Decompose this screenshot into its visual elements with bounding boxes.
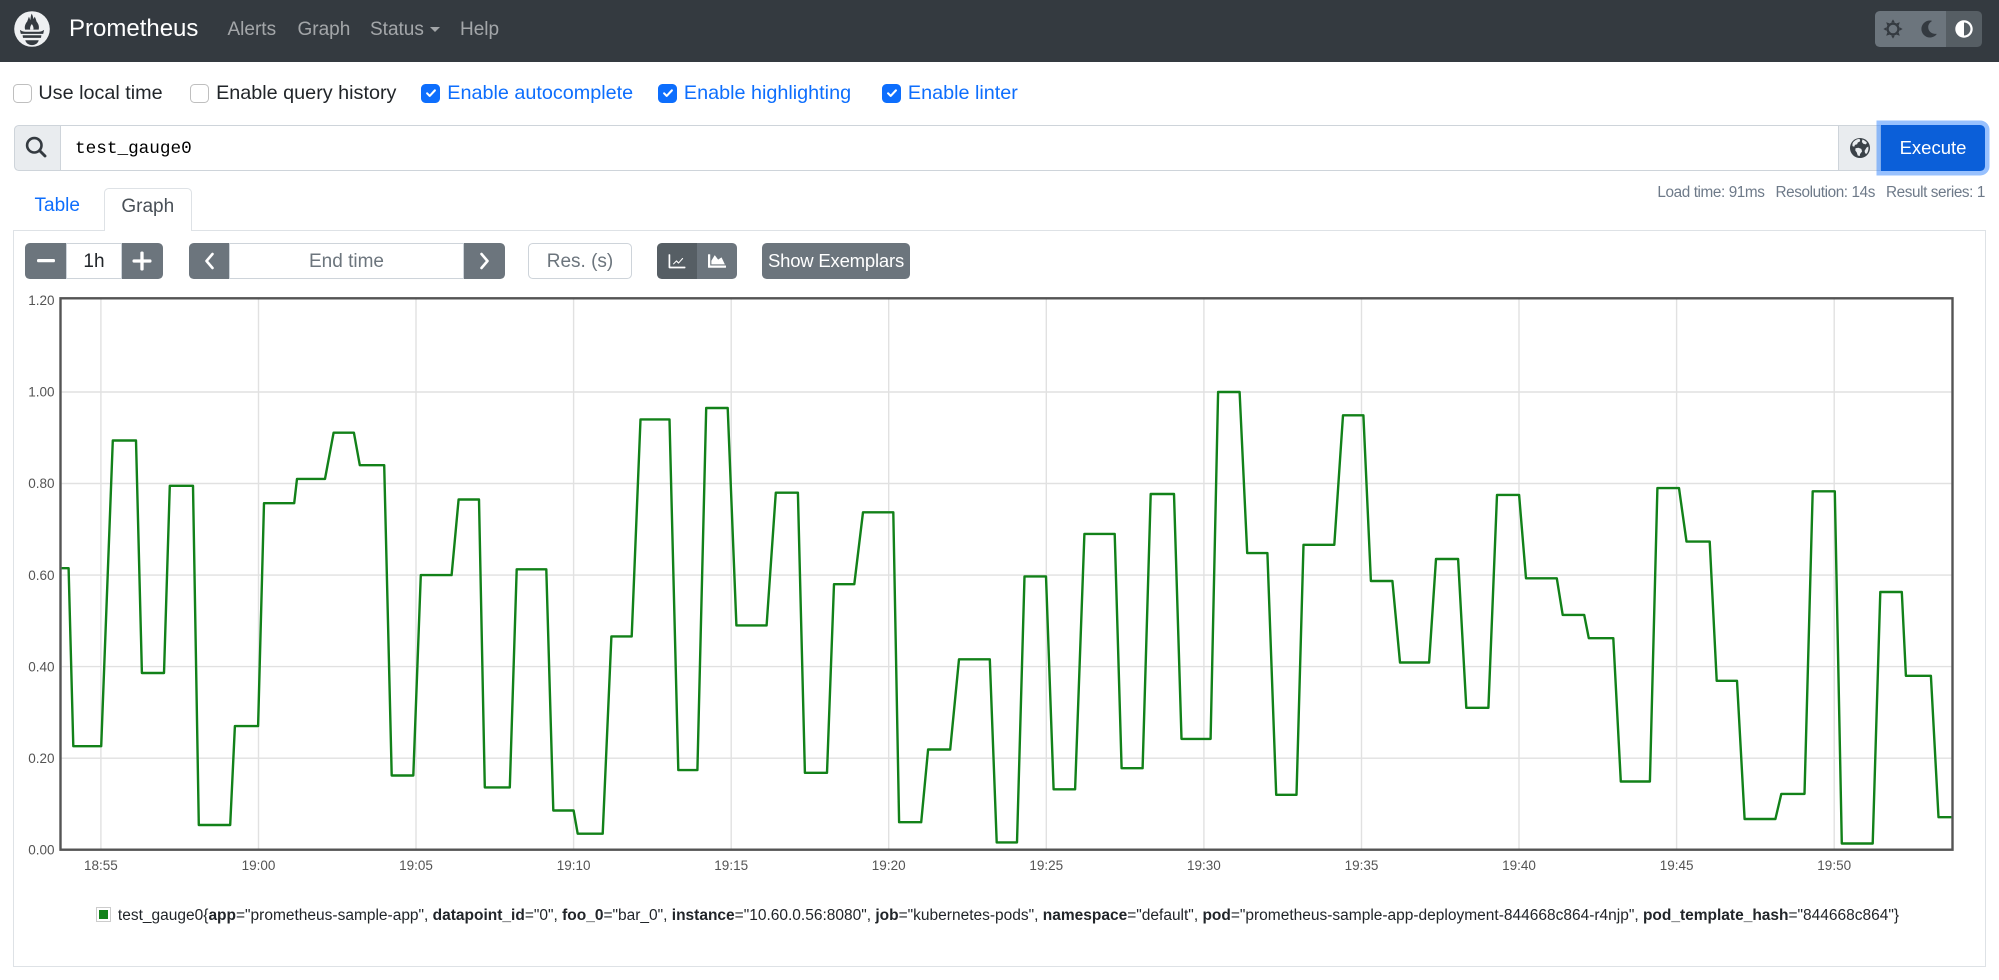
svg-text:19:00: 19:00 [242, 858, 276, 873]
svg-text:0.60: 0.60 [28, 568, 54, 583]
svg-text:18:55: 18:55 [84, 858, 118, 873]
svg-text:1.20: 1.20 [28, 293, 54, 308]
svg-text:19:20: 19:20 [872, 858, 906, 873]
svg-text:19:30: 19:30 [1187, 858, 1221, 873]
svg-text:0.20: 0.20 [28, 751, 54, 766]
svg-text:19:05: 19:05 [399, 858, 433, 873]
svg-text:19:50: 19:50 [1817, 858, 1851, 873]
svg-text:19:35: 19:35 [1345, 858, 1379, 873]
svg-text:0.40: 0.40 [28, 659, 54, 674]
svg-text:0.00: 0.00 [28, 842, 54, 857]
svg-text:19:45: 19:45 [1660, 858, 1694, 873]
svg-text:1.00: 1.00 [28, 385, 54, 400]
svg-text:19:10: 19:10 [557, 858, 591, 873]
svg-text:19:15: 19:15 [714, 858, 748, 873]
svg-text:19:40: 19:40 [1502, 858, 1536, 873]
svg-text:19:25: 19:25 [1029, 858, 1063, 873]
svg-text:0.80: 0.80 [28, 476, 54, 491]
